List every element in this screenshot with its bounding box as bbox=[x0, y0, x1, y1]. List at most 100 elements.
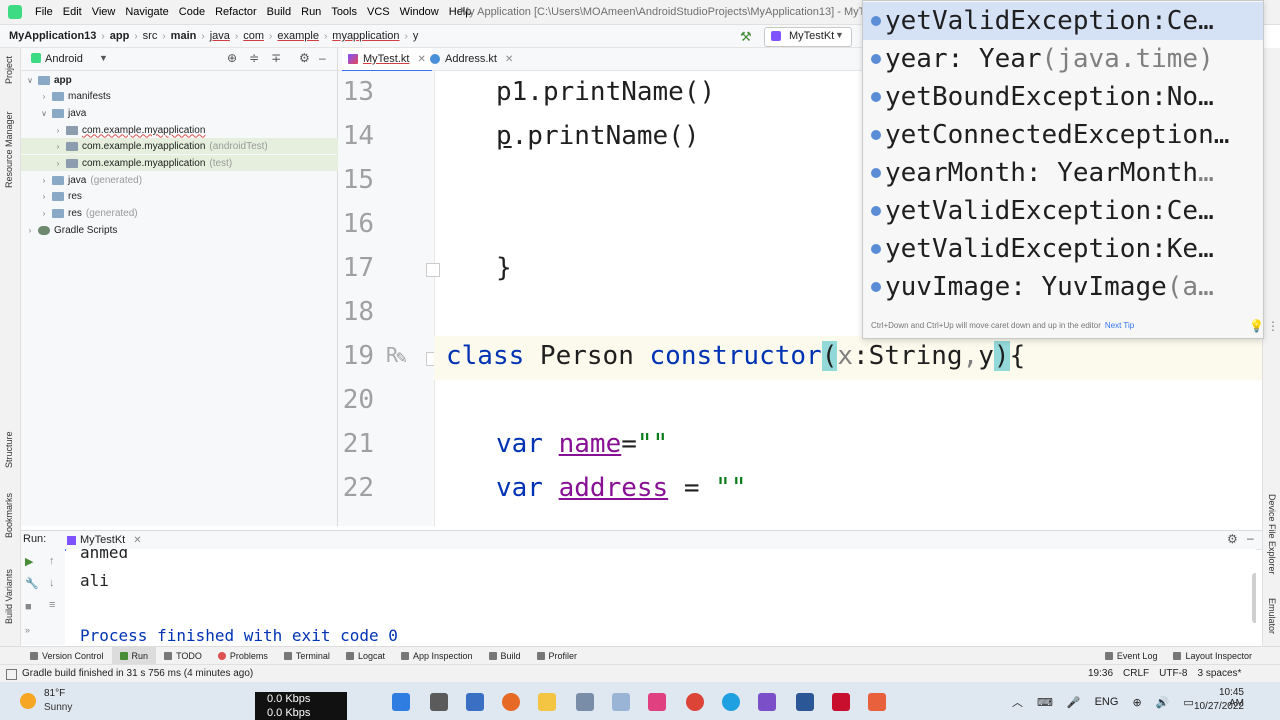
tab-logcat[interactable]: Logcat bbox=[338, 647, 393, 665]
more-options-icon[interactable]: ⋮ bbox=[1267, 319, 1279, 333]
gear-icon[interactable]: ⚙ bbox=[299, 51, 310, 65]
breadcrumb-project[interactable]: MyApplication13 bbox=[6, 30, 99, 42]
close-icon[interactable]: ✕ bbox=[505, 54, 513, 65]
tab-run[interactable]: Run bbox=[111, 647, 157, 665]
breadcrumb-y[interactable]: y bbox=[410, 30, 422, 42]
menu-tools[interactable]: Tools bbox=[326, 6, 362, 18]
hammer-icon[interactable]: ⚒ bbox=[740, 29, 754, 44]
photos-icon[interactable] bbox=[612, 693, 630, 711]
chrome-icon[interactable] bbox=[686, 693, 704, 711]
language-indicator[interactable]: ENG bbox=[1095, 696, 1119, 708]
menu-window[interactable]: Window bbox=[395, 6, 444, 18]
breadcrumb-com[interactable]: com bbox=[240, 30, 267, 42]
tab-todo[interactable]: TODO bbox=[156, 647, 210, 665]
tool-build-variants[interactable]: Build Variants bbox=[4, 569, 14, 624]
completion-item[interactable]: yetConnectedException… bbox=[863, 116, 1263, 154]
run-tab[interactable]: MyTestKt ✕ bbox=[61, 531, 148, 551]
menu-view[interactable]: View bbox=[87, 6, 121, 18]
acrobat-icon[interactable] bbox=[832, 693, 850, 711]
fold-icon[interactable] bbox=[426, 263, 440, 277]
tree-item-res[interactable]: › res bbox=[21, 188, 355, 204]
firefox-icon[interactable] bbox=[502, 693, 520, 711]
scrollbar[interactable] bbox=[1252, 573, 1256, 623]
tool-device-file-explorer[interactable]: Device File Explorer bbox=[1267, 494, 1277, 575]
run-config-dropdown[interactable]: MyTestKt ▼ bbox=[764, 27, 852, 47]
completion-item[interactable]: yetValidException: Ce… bbox=[863, 192, 1263, 230]
file-explorer-icon[interactable] bbox=[538, 693, 556, 711]
tab-address[interactable]: Address.kt ✕ bbox=[424, 48, 519, 70]
menu-code[interactable]: Code bbox=[174, 6, 210, 18]
menu-build[interactable]: Build bbox=[262, 6, 296, 18]
calculator-icon[interactable] bbox=[576, 693, 594, 711]
menu-refactor[interactable]: Refactor bbox=[210, 6, 262, 18]
breadcrumb-myapplication[interactable]: myapplication bbox=[329, 30, 402, 42]
breadcrumb-app[interactable]: app bbox=[107, 30, 133, 42]
line-separator[interactable]: CRLF bbox=[1123, 668, 1149, 679]
weather-desc[interactable]: Sunny bbox=[44, 702, 72, 713]
snipping-tool-icon[interactable] bbox=[648, 693, 666, 711]
tab-problems[interactable]: Problems bbox=[210, 647, 276, 665]
breadcrumb-main[interactable]: main bbox=[168, 30, 200, 42]
chevron-down-icon[interactable]: ▼ bbox=[99, 53, 108, 63]
more-icon[interactable]: » bbox=[25, 625, 30, 635]
next-tip-link[interactable]: Next Tip bbox=[1105, 321, 1134, 330]
edge-icon[interactable] bbox=[722, 693, 740, 711]
pencil-icon[interactable]: ✎ bbox=[396, 347, 407, 368]
chevron-up-icon[interactable]: ︿ bbox=[1012, 694, 1023, 710]
gear-icon[interactable]: ⚙ bbox=[1227, 532, 1238, 546]
tree-item-gradle-scripts[interactable]: › Gradle Scripts bbox=[21, 222, 341, 238]
clock-date[interactable]: 10/27/2022 bbox=[1192, 701, 1244, 712]
close-icon[interactable]: ✕ bbox=[133, 535, 141, 546]
breadcrumb-example[interactable]: example bbox=[274, 30, 322, 42]
project-view-select[interactable]: Android bbox=[45, 53, 83, 65]
wrench-icon[interactable]: 🔧 bbox=[25, 577, 39, 590]
visual-studio-icon[interactable] bbox=[758, 693, 776, 711]
windows-start-icon[interactable] bbox=[392, 693, 410, 711]
rerun-icon[interactable]: ▶ bbox=[25, 555, 33, 568]
scroll-down-icon[interactable]: ↓ bbox=[49, 577, 55, 589]
tool-bookmarks[interactable]: Bookmarks bbox=[4, 493, 14, 538]
tool-structure[interactable]: Structure bbox=[4, 431, 14, 468]
completion-item[interactable]: yetBoundException: No… bbox=[863, 78, 1263, 116]
completion-item[interactable]: year: Year (java.time) bbox=[863, 40, 1263, 78]
completion-item[interactable]: yuvImage: YuvImage (a… bbox=[863, 268, 1263, 306]
canva-icon[interactable] bbox=[868, 693, 886, 711]
menu-navigate[interactable]: Navigate bbox=[120, 6, 173, 18]
locate-icon[interactable]: ⊕ bbox=[227, 51, 237, 65]
tab-layout-inspector[interactable]: Layout Inspector bbox=[1165, 647, 1260, 665]
tree-item-app[interactable]: ∨ app bbox=[21, 72, 341, 88]
breadcrumb-java[interactable]: java bbox=[207, 30, 233, 42]
globe-icon[interactable]: ⊕ bbox=[1132, 696, 1141, 709]
completion-item[interactable]: yearMonth: YearMonth … bbox=[863, 154, 1263, 192]
tree-item-package-test[interactable]: › com.example.myapplication (test) bbox=[21, 155, 369, 171]
minimize-icon[interactable]: – bbox=[319, 51, 326, 65]
tab-build[interactable]: Build bbox=[481, 647, 529, 665]
tab-version-control[interactable]: Version Control bbox=[22, 647, 112, 665]
tree-item-package-main[interactable]: › com.example.myapplication bbox=[21, 122, 369, 138]
menu-edit[interactable]: Edit bbox=[58, 6, 87, 18]
tree-item-manifests[interactable]: › manifests bbox=[21, 88, 355, 104]
microphone-icon[interactable]: 🎤 bbox=[1067, 696, 1081, 709]
lightbulb-icon[interactable]: 💡 bbox=[1249, 319, 1264, 333]
weather-sun-icon[interactable] bbox=[20, 693, 36, 709]
tree-item-res-generated[interactable]: › res (generated) bbox=[21, 205, 355, 221]
stop-icon[interactable]: ■ bbox=[25, 601, 32, 613]
tree-item-java-generated[interactable]: › java (generated) bbox=[21, 172, 355, 188]
tab-terminal[interactable]: Terminal bbox=[276, 647, 338, 665]
tool-emulator[interactable]: Emulator bbox=[1267, 598, 1277, 634]
scroll-up-icon[interactable]: ↑ bbox=[49, 555, 55, 567]
store-icon[interactable] bbox=[466, 693, 484, 711]
minimize-icon[interactable]: – bbox=[1247, 531, 1254, 545]
tab-event-log[interactable]: Event Log bbox=[1097, 647, 1166, 665]
word-icon[interactable] bbox=[796, 693, 814, 711]
tab-mytest[interactable]: MyTest.kt ✕ bbox=[342, 48, 432, 72]
expand-all-icon[interactable]: ≑ bbox=[249, 51, 259, 65]
completion-item[interactable]: yetValidException: Ke… bbox=[863, 230, 1263, 268]
menu-file[interactable]: File bbox=[30, 6, 58, 18]
breadcrumb-src[interactable]: src bbox=[140, 30, 161, 42]
soft-wrap-icon[interactable]: ≡ bbox=[49, 599, 55, 611]
menu-run[interactable]: Run bbox=[296, 6, 326, 18]
tree-item-package-androidtest[interactable]: › com.example.myapplication (androidTest) bbox=[21, 138, 369, 154]
file-encoding[interactable]: UTF-8 bbox=[1159, 668, 1187, 679]
tree-item-java[interactable]: ∨ java bbox=[21, 105, 355, 121]
